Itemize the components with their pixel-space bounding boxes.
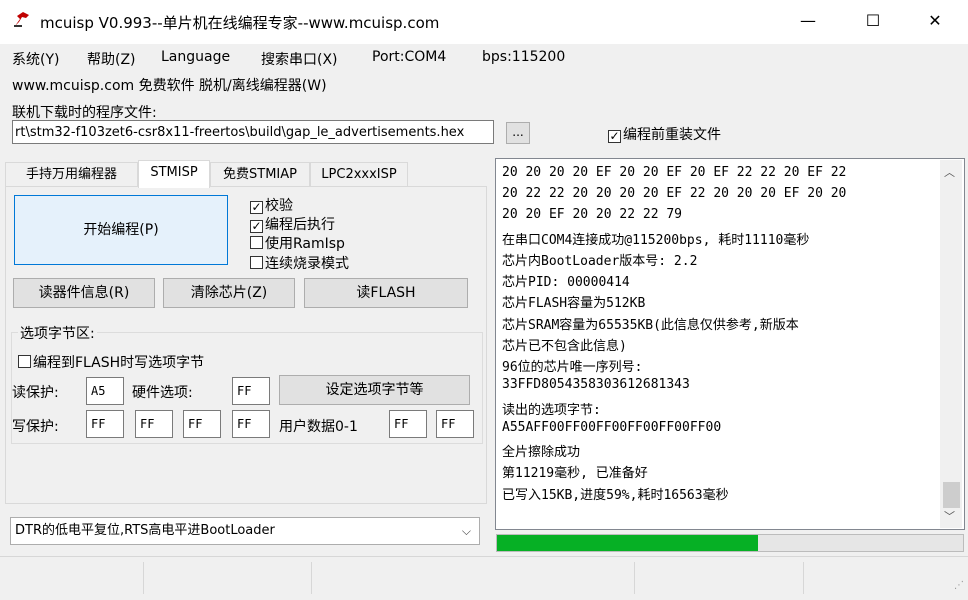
read-flash-button[interactable]: 读FLASH <box>304 278 468 308</box>
log-line: 在串口COM4连接成功@115200bps, 耗时11110毫秒 <box>502 233 810 248</box>
write-protect-input-0[interactable]: FF <box>86 410 124 438</box>
user-data-input-0[interactable]: FF <box>389 410 427 438</box>
start-program-button[interactable]: 开始编程(P) <box>14 195 228 265</box>
checkbox-icon: ✓ <box>250 219 263 233</box>
status-divider <box>803 562 804 594</box>
run-after-program-checkbox[interactable]: ✓ 编程后执行 <box>250 214 335 234</box>
menu-bps[interactable]: bps:115200 <box>482 49 565 65</box>
log-line: 芯片SRAM容量为65535KB(此信息仅供参考,新版本 <box>502 318 799 333</box>
write-protect-input-2[interactable]: FF <box>183 410 221 438</box>
menu-help[interactable]: 帮助(Z) <box>87 49 136 69</box>
resize-grip-icon[interactable]: ⋰ <box>954 580 964 591</box>
log-line: A55AFF00FF00FF00FF00FF00FF00 <box>502 420 722 435</box>
checkbox-icon: ✓ <box>250 200 263 214</box>
scroll-down-icon[interactable]: ﹀ <box>944 508 955 524</box>
status-divider <box>311 562 312 594</box>
log-line: 第11219毫秒, 已准备好 <box>502 466 648 481</box>
hw-option-label: 硬件选项: <box>132 385 193 401</box>
status-bar <box>0 556 968 600</box>
browse-button[interactable]: ... <box>506 122 530 144</box>
erase-chip-button[interactable]: 清除芯片(Z) <box>163 278 295 308</box>
continuous-mode-checkbox[interactable]: 连续烧录模式 <box>250 253 349 273</box>
reset-mode-select[interactable]: DTR的低电平复位,RTS高电平进BootLoader ⌵ <box>10 517 480 545</box>
read-protect-input[interactable]: A5 <box>86 377 124 405</box>
chevron-down-icon: ⌵ <box>461 524 471 538</box>
menu-system[interactable]: 系统(Y) <box>12 49 59 69</box>
checkbox-icon <box>250 256 263 269</box>
log-line: 读出的选项字节: <box>502 403 601 418</box>
checkbox-icon: ✓ <box>608 129 621 143</box>
progress-fill <box>497 535 758 551</box>
set-option-bytes-button[interactable]: 设定选项字节等 <box>279 375 470 405</box>
close-button[interactable]: ✕ <box>912 0 958 44</box>
read-device-info-button[interactable]: 读器件信息(R) <box>13 278 155 308</box>
write-protect-input-3[interactable]: FF <box>232 410 270 438</box>
write-option-bytes-checkbox[interactable]: 编程到FLASH时写选项字节 <box>18 352 204 372</box>
log-line: 芯片FLASH容量为512KB <box>502 296 646 311</box>
window-title: mcuisp V0.993--单片机在线编程专家--www.mcuisp.com <box>40 14 440 32</box>
option-label: 编程后执行 <box>265 217 335 233</box>
status-divider <box>143 562 144 594</box>
user-data-label: 用户数据0-1 <box>279 419 358 435</box>
tab-stmisp[interactable]: STMISP <box>138 160 210 188</box>
log-output[interactable]: 20 20 20 20 EF 20 20 EF 20 EF 22 22 20 E… <box>495 158 965 530</box>
user-data-input-1[interactable]: FF <box>436 410 474 438</box>
reinstall-label: 编程前重装文件 <box>623 127 721 143</box>
log-line: 20 20 EF 20 20 22 22 79 <box>502 207 683 222</box>
log-line: 20 20 20 20 EF 20 20 EF 20 EF 22 22 20 E… <box>502 165 847 180</box>
log-line: 芯片已不包含此信息) <box>502 339 627 354</box>
reinstall-checkbox[interactable]: ✓ 编程前重装文件 <box>608 124 721 144</box>
menu-search-port[interactable]: 搜索串口(X) <box>261 49 338 69</box>
option-label: 连续烧录模式 <box>265 256 349 272</box>
option-label: 使用RamIsp <box>265 236 345 252</box>
offline-programmer-link[interactable]: www.mcuisp.com 免费软件 脱机/离线编程器(W) <box>12 75 327 95</box>
checkbox-icon <box>250 236 263 249</box>
menu-port[interactable]: Port:COM4 <box>372 49 446 65</box>
checkbox-icon <box>18 355 31 368</box>
file-path-input[interactable]: rt\stm32-f103zet6-csr8x11-freertos\build… <box>12 120 494 144</box>
status-divider <box>634 562 635 594</box>
log-scrollbar[interactable] <box>940 160 962 528</box>
hw-option-input[interactable]: FF <box>232 377 270 405</box>
file-label: 联机下载时的程序文件: <box>12 105 157 121</box>
log-line: 芯片PID: 00000414 <box>502 275 630 290</box>
log-line: 已写入15KB,进度59%,耗时16563毫秒 <box>502 488 729 503</box>
read-protect-label: 读保护: <box>12 385 59 401</box>
maximize-button[interactable]: ☐ <box>850 0 896 44</box>
log-line: 芯片内BootLoader版本号: 2.2 <box>502 254 698 269</box>
scroll-up-icon[interactable]: ︿ <box>944 164 955 180</box>
option-bytes-title: 选项字节区: <box>18 323 97 343</box>
scroll-thumb[interactable] <box>943 482 960 508</box>
verify-checkbox[interactable]: ✓ 校验 <box>250 195 293 215</box>
tab-stmiap[interactable]: 免费STMIAP <box>210 162 310 186</box>
write-protect-input-1[interactable]: FF <box>135 410 173 438</box>
reset-mode-value: DTR的低电平复位,RTS高电平进BootLoader <box>15 523 275 538</box>
app-logo-icon <box>14 12 29 27</box>
tab-lpc[interactable]: LPC2xxxISP <box>310 162 408 186</box>
write-option-bytes-label: 编程到FLASH时写选项字节 <box>33 355 205 371</box>
log-line: 33FFD8054358303612681343 <box>502 377 690 392</box>
tab-handheld[interactable]: 手持万用编程器 <box>5 162 138 186</box>
menu-language[interactable]: Language <box>161 49 230 65</box>
log-line: 96位的芯片唯一序列号: <box>502 360 643 375</box>
write-protect-label: 写保护: <box>12 419 59 435</box>
log-line: 全片擦除成功 <box>502 445 581 460</box>
use-ramisp-checkbox[interactable]: 使用RamIsp <box>250 233 345 253</box>
log-line: 20 22 22 20 20 20 20 EF 22 20 20 20 EF 2… <box>502 186 847 201</box>
minimize-button[interactable]: — <box>785 0 831 44</box>
option-label: 校验 <box>265 198 293 214</box>
